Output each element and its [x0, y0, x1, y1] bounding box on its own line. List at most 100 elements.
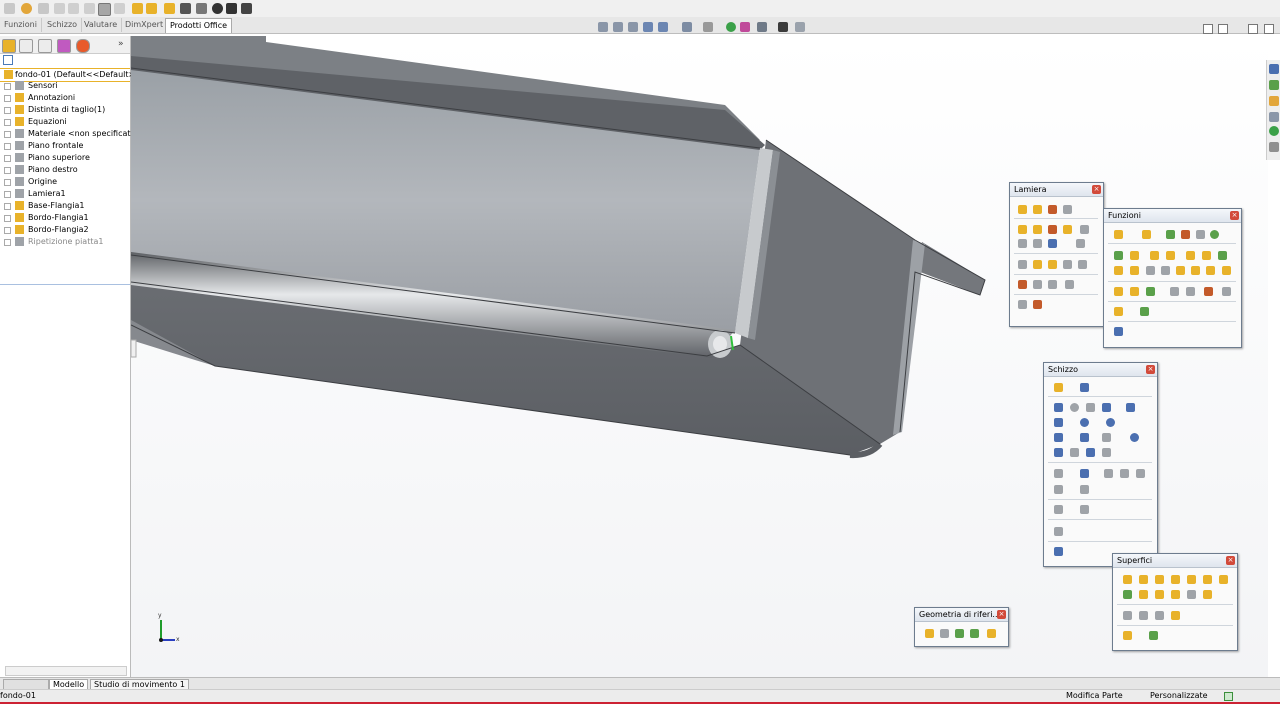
design-library-icon[interactable]: [1269, 80, 1279, 90]
expand-icon[interactable]: [4, 155, 11, 162]
tree-item[interactable]: Bordo-Flangia1: [0, 212, 130, 224]
section-icon[interactable]: [196, 3, 207, 14]
tree-horizontal-scrollbar[interactable]: [5, 666, 127, 676]
expand-icon[interactable]: [4, 107, 11, 114]
corner-icon[interactable]: [1048, 260, 1057, 269]
dome-icon[interactable]: [1210, 230, 1219, 239]
sketch-icon[interactable]: [54, 3, 65, 14]
trim-icon[interactable]: [1120, 469, 1129, 478]
draft-icon[interactable]: [1166, 251, 1175, 260]
curve-pattern-icon[interactable]: [1161, 266, 1170, 275]
combine-icon[interactable]: [1191, 266, 1200, 275]
feature-icon[interactable]: [132, 3, 143, 14]
untrim-surface-icon[interactable]: [1203, 590, 1212, 599]
previous-view-icon[interactable]: [628, 22, 638, 32]
tree-item[interactable]: Ripetizione piatta1: [0, 236, 130, 248]
superfici-toolbar-title[interactable]: Superfici ×: [1113, 554, 1237, 568]
sketch-pattern-icon[interactable]: [1054, 485, 1063, 494]
flatten-icon[interactable]: [1048, 239, 1057, 248]
close-window-icon[interactable]: [1264, 24, 1274, 34]
view-settings-icon[interactable]: [757, 22, 767, 32]
move-face-icon[interactable]: [1204, 287, 1213, 296]
lofted-boss-icon[interactable]: [1181, 230, 1190, 239]
chamfer-icon[interactable]: [1130, 251, 1139, 260]
hole-wizard-icon[interactable]: [1114, 266, 1123, 275]
expand-icon[interactable]: [4, 119, 11, 126]
resources-icon[interactable]: [1269, 64, 1279, 74]
tab-valutare[interactable]: Valutare: [80, 18, 123, 32]
mirror-icon[interactable]: [1218, 251, 1227, 260]
tab-prodotti-office[interactable]: Prodotti Office: [165, 18, 233, 33]
offset-surface-icon[interactable]: [1123, 590, 1132, 599]
rip-icon[interactable]: [1018, 260, 1027, 269]
help-icon[interactable]: [1224, 692, 1233, 701]
tree-item[interactable]: Origine: [0, 176, 130, 188]
wrap-icon[interactable]: [1202, 251, 1211, 260]
smart-dimension-icon[interactable]: [68, 3, 79, 14]
tree-item[interactable]: Piano superiore: [0, 152, 130, 164]
flange-icon[interactable]: [164, 3, 175, 14]
scale-icon[interactable]: [1176, 266, 1185, 275]
unfold-icon[interactable]: [1018, 239, 1027, 248]
design-table-icon[interactable]: [1186, 287, 1195, 296]
no-bends-icon[interactable]: [1076, 239, 1085, 248]
expand-icon[interactable]: [4, 191, 11, 198]
sketched-bend-icon[interactable]: [1048, 225, 1057, 234]
thicken-icon[interactable]: [1018, 300, 1027, 309]
welded-corner-icon[interactable]: [1078, 260, 1087, 269]
offset-icon[interactable]: [1102, 448, 1111, 457]
fillet-surface-icon[interactable]: [1155, 590, 1164, 599]
tab-funzioni[interactable]: Funzioni: [0, 18, 42, 32]
select-icon[interactable]: [114, 3, 125, 14]
line-icon[interactable]: [1054, 403, 1063, 412]
offset-entities-icon[interactable]: [1104, 469, 1113, 478]
surface-reference-icon[interactable]: [1123, 631, 1132, 640]
forming-tool-icon[interactable]: [1033, 280, 1042, 289]
circle-icon[interactable]: [1080, 418, 1089, 427]
shadows-icon[interactable]: [795, 22, 805, 32]
expand-icon[interactable]: [4, 167, 11, 174]
equations-icon[interactable]: [1170, 287, 1179, 296]
tree-item[interactable]: Lamiera1: [0, 188, 130, 200]
status-units[interactable]: Personalizzate: [1150, 690, 1208, 702]
feature-manager-tab-icon[interactable]: [2, 39, 16, 53]
replace-face-icon[interactable]: [1155, 611, 1164, 620]
custom-properties-icon[interactable]: [1269, 142, 1279, 152]
parabola-icon[interactable]: [1086, 403, 1095, 412]
knit-surface-icon[interactable]: [1123, 611, 1132, 620]
mate-reference-icon[interactable]: [987, 629, 996, 638]
split-icon[interactable]: [1222, 266, 1231, 275]
view-palette-icon[interactable]: [1269, 112, 1279, 122]
insert-bends-icon[interactable]: [1033, 260, 1042, 269]
tab-dimxpert[interactable]: DimXpert: [121, 18, 169, 32]
convert-icon[interactable]: [1033, 205, 1042, 214]
section-view-icon[interactable]: [643, 22, 653, 32]
tree-item[interactable]: Materiale <non specificato>: [0, 128, 142, 140]
display-manager-tab-icon[interactable]: [76, 39, 90, 53]
coordinate-system-icon[interactable]: [955, 629, 964, 638]
rectangle-icon[interactable]: [1126, 403, 1135, 412]
cross-break-icon[interactable]: [1063, 225, 1072, 234]
close-icon[interactable]: ×: [1226, 556, 1235, 565]
tree-item[interactable]: Piano destro: [0, 164, 130, 176]
expand-icon[interactable]: [4, 83, 11, 90]
rotate-icon[interactable]: [212, 3, 223, 14]
smart-dim-icon[interactable]: [1080, 383, 1089, 392]
hide-show-icon[interactable]: [703, 22, 713, 32]
display-style-icon[interactable]: [682, 22, 692, 32]
camera-icon[interactable]: [226, 3, 237, 14]
fillet-sketch-icon[interactable]: [1102, 433, 1111, 442]
rapid-sketch-icon[interactable]: [1054, 547, 1063, 556]
sheet-metal-icon[interactable]: [146, 3, 157, 14]
ref-point-icon[interactable]: [970, 629, 979, 638]
polygon-icon[interactable]: [1080, 433, 1089, 442]
display-relations-icon[interactable]: [1054, 505, 1063, 514]
construction-icon[interactable]: [1054, 448, 1063, 457]
cut-with-surface-icon[interactable]: [1171, 611, 1180, 620]
new-document-icon[interactable]: [4, 3, 15, 14]
sketch-tool-icon[interactable]: [1054, 383, 1063, 392]
quick-snaps-icon[interactable]: [1054, 527, 1063, 536]
expand-icon[interactable]: [4, 215, 11, 222]
extruded-cut-icon[interactable]: [1033, 300, 1042, 309]
realview-icon[interactable]: [778, 22, 788, 32]
